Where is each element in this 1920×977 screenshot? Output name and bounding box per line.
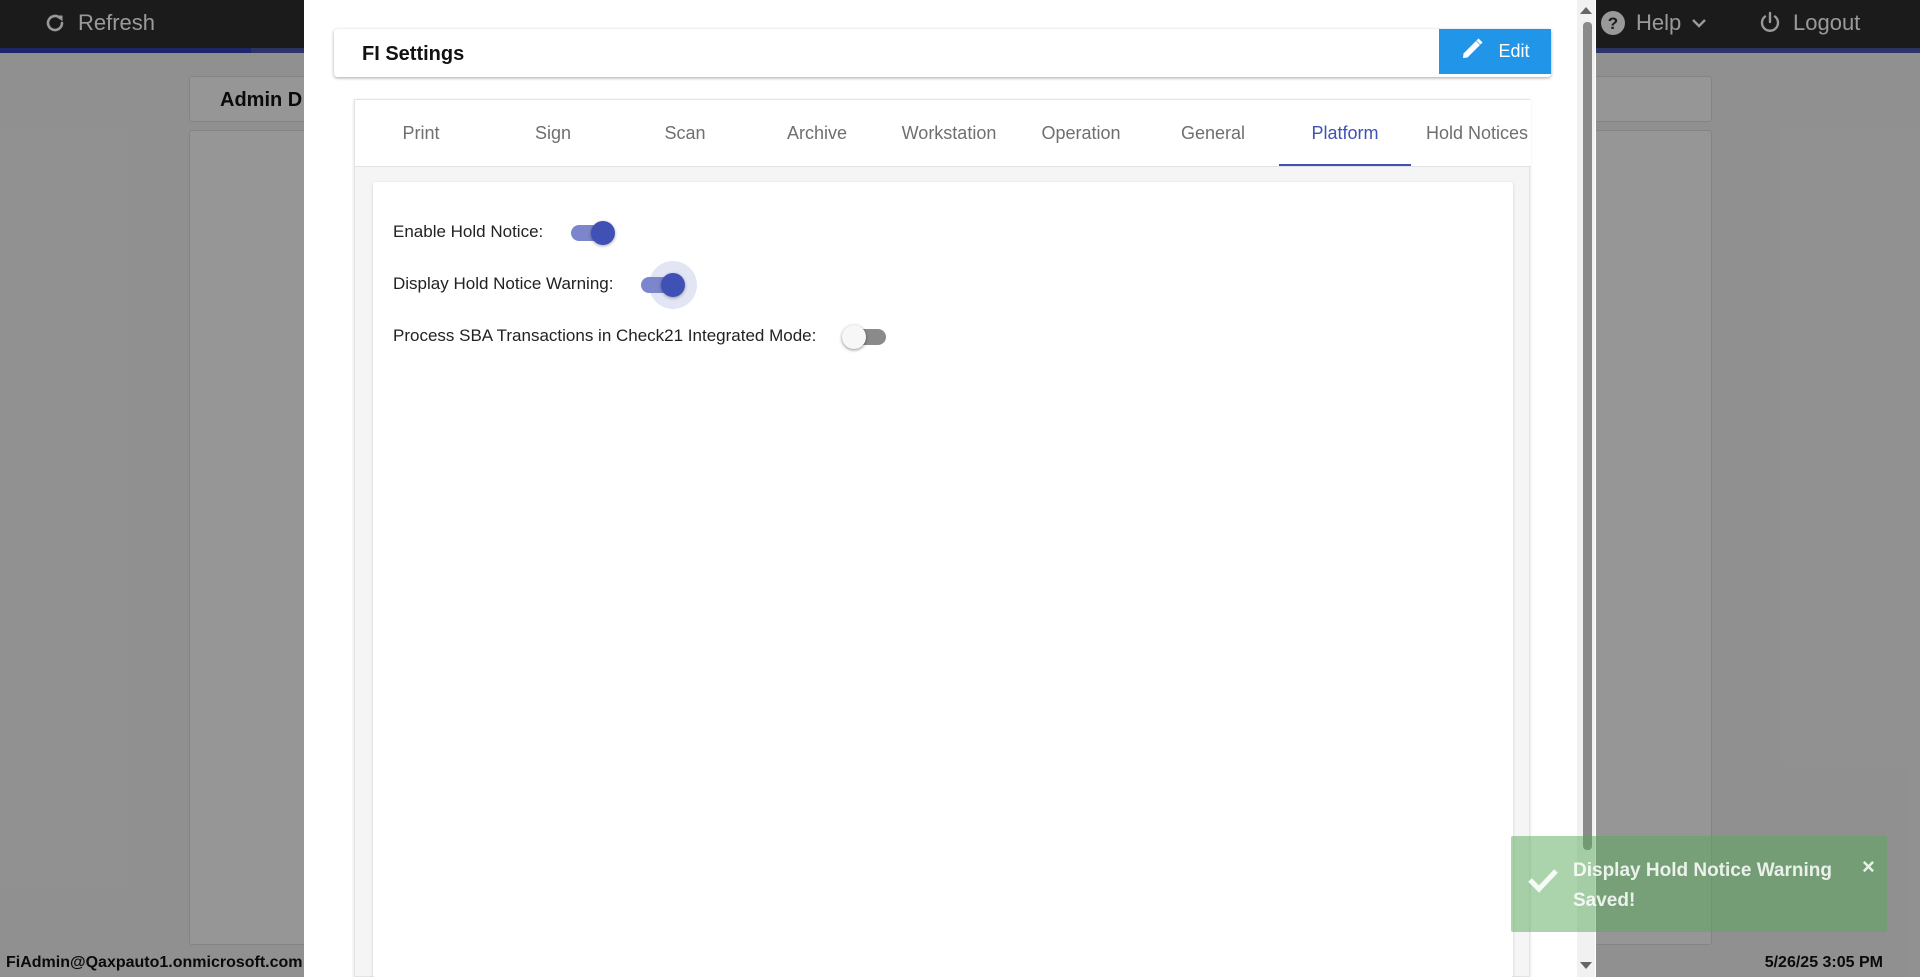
setting-label: Process SBA Transactions in Check21 Inte… <box>393 326 817 345</box>
modal-title: FI Settings <box>362 43 465 65</box>
success-toast: Display Hold Notice Warning Saved! × <box>1511 836 1887 932</box>
toast-message: Display Hold Notice Warning Saved! <box>1573 860 1832 911</box>
tab-hold-notices[interactable]: Hold Notices <box>1411 100 1531 166</box>
scroll-down-arrow-icon[interactable] <box>1580 962 1592 969</box>
toast-close-button[interactable]: × <box>1862 854 1875 880</box>
toggle-thumb <box>842 325 867 349</box>
platform-settings-card: Enable Hold Notice: Display Hold Notice … <box>373 182 1513 977</box>
setting-label: Enable Hold Notice: <box>393 222 544 241</box>
enable-hold-notice-toggle[interactable] <box>569 218 616 246</box>
check-icon <box>1527 866 1559 899</box>
tab-operation[interactable]: Operation <box>1015 100 1147 166</box>
setting-row-enable-hold-notice: Enable Hold Notice: <box>393 218 616 246</box>
tab-scan[interactable]: Scan <box>619 100 751 166</box>
scroll-up-arrow-icon[interactable] <box>1580 7 1592 14</box>
tab-sign[interactable]: Sign <box>487 100 619 166</box>
display-hold-notice-warning-toggle[interactable] <box>639 261 698 309</box>
setting-row-process-sba-transactions: Process SBA Transactions in Check21 Inte… <box>393 322 888 350</box>
scrollbar-thumb[interactable] <box>1583 22 1592 850</box>
edit-label: Edit <box>1498 41 1530 61</box>
setting-label: Display Hold Notice Warning: <box>393 274 614 293</box>
settings-tabs-panel: Print Sign Scan Archive Workstation Oper… <box>354 99 1531 977</box>
tab-bar: Print Sign Scan Archive Workstation Oper… <box>355 100 1531 167</box>
tab-archive[interactable]: Archive <box>751 100 883 166</box>
tab-workstation[interactable]: Workstation <box>883 100 1015 166</box>
process-sba-transactions-toggle[interactable] <box>842 322 888 350</box>
tab-general[interactable]: General <box>1147 100 1279 166</box>
tab-print[interactable]: Print <box>355 100 487 166</box>
modal-scrollbar[interactable] <box>1577 0 1595 977</box>
tab-platform[interactable]: Platform <box>1279 100 1411 166</box>
toggle-thumb <box>591 221 616 245</box>
edit-button[interactable]: Edit <box>1439 29 1551 74</box>
fi-settings-modal: FI Settings Edit Print Sign Scan Archive… <box>304 0 1596 977</box>
setting-row-display-hold-notice-warning: Display Hold Notice Warning: <box>393 261 698 309</box>
pencil-icon <box>1460 37 1484 66</box>
modal-header: FI Settings Edit <box>334 29 1551 77</box>
